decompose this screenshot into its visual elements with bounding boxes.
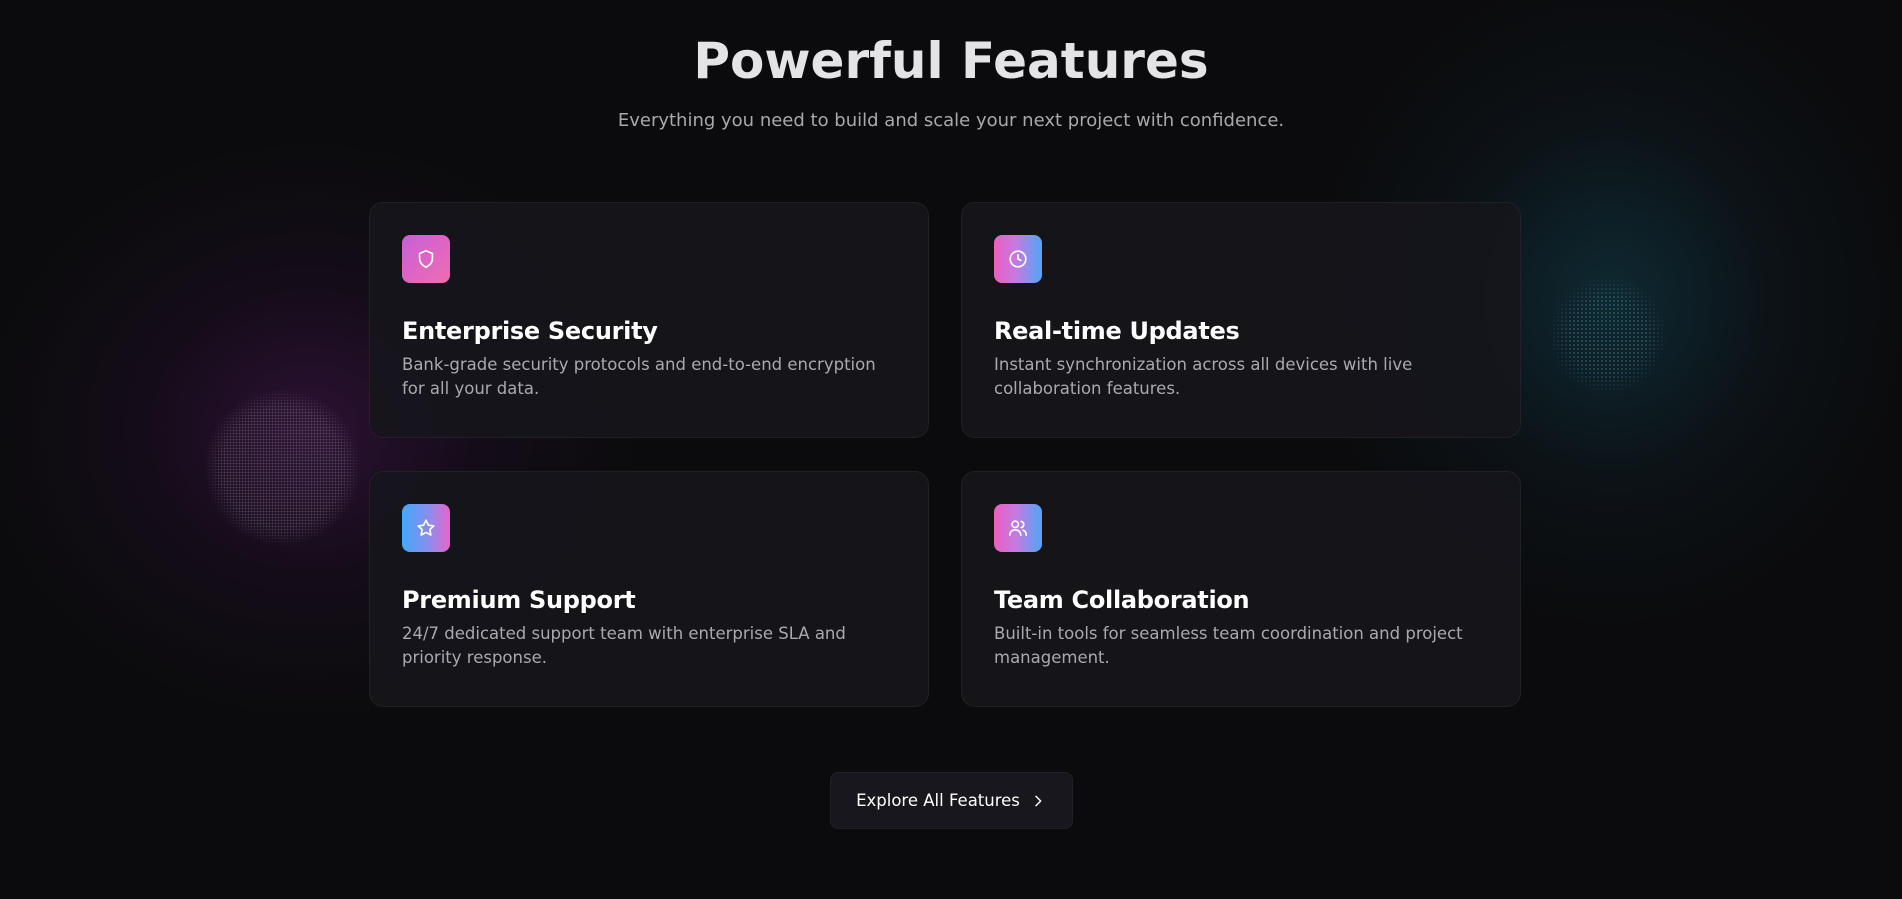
feature-title: Team Collaboration [994,586,1250,614]
explore-button-label: Explore All Features [856,791,1020,810]
feature-card-real-time-updates: Real-time Updates Instant synchronizatio… [961,202,1521,438]
features-grid: Enterprise Security Bank-grade security … [369,202,1521,707]
page-title: Powerful Features [693,32,1209,90]
page-subtitle: Everything you need to build and scale y… [617,110,1285,131]
cta-container: Explore All Features [0,772,1902,829]
feature-title: Real-time Updates [994,317,1240,345]
features-page: Powerful Features Everything you need to… [0,0,1902,899]
feature-title: Enterprise Security [402,317,658,345]
shield-icon [402,235,450,283]
chevron-right-icon [1030,793,1046,809]
feature-description: Built-in tools for seamless team coordin… [994,624,1463,667]
explore-all-features-button[interactable]: Explore All Features [829,772,1073,829]
features-header: Powerful Features Everything you need to… [0,28,1902,134]
clock-icon [994,235,1042,283]
feature-description: Bank-grade security protocols and end-to… [402,355,876,398]
feature-description: 24/7 dedicated support team with enterpr… [402,624,846,667]
feature-card-team-collaboration: Team Collaboration Built-in tools for se… [961,471,1521,707]
star-icon [402,504,450,552]
feature-title: Premium Support [402,586,636,614]
feature-description: Instant synchronization across all devic… [994,355,1413,398]
dot-pattern-right [1548,275,1668,395]
feature-card-premium-support: Premium Support 24/7 dedicated support t… [369,471,929,707]
dot-pattern-left [205,390,360,545]
users-icon [994,504,1042,552]
feature-card-enterprise-security: Enterprise Security Bank-grade security … [369,202,929,438]
